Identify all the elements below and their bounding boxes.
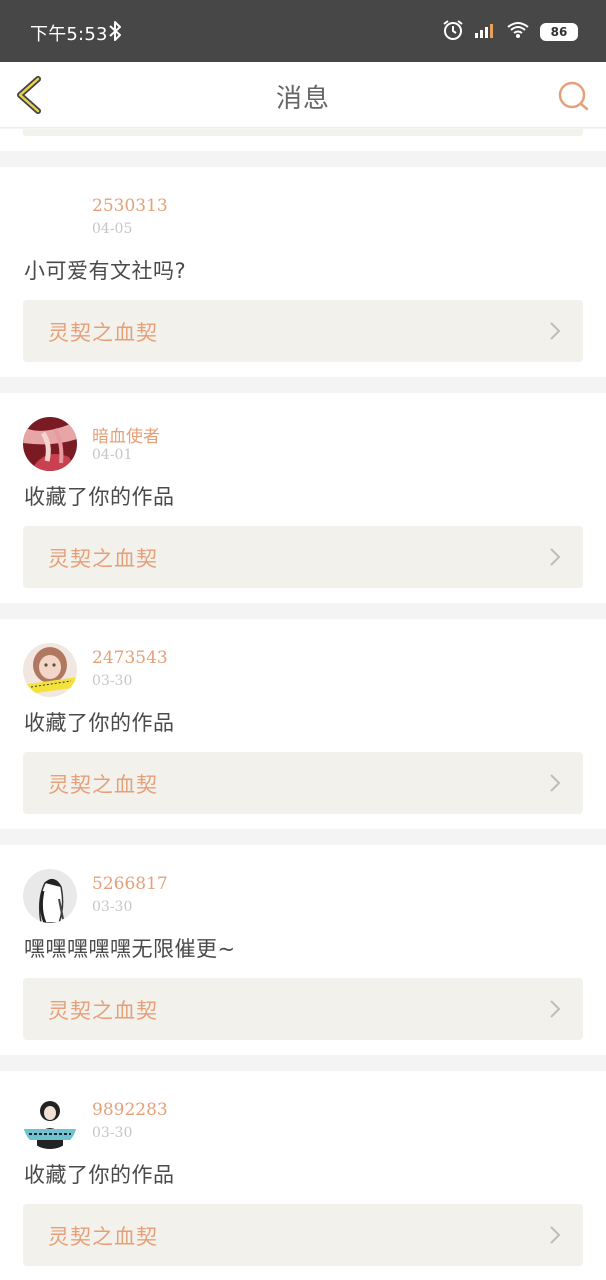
avatar[interactable] [23,643,77,697]
message-date: 03-30 [92,899,133,915]
message-date: 03-30 [92,1125,133,1141]
work-link[interactable]: 灵契之血契 [23,978,583,1040]
username[interactable]: 2530313 [92,196,168,216]
message-text: 收藏了你的作品 [24,1163,175,1187]
work-title: 灵契之血契 [48,1225,158,1249]
avatar[interactable] [23,1095,77,1149]
work-link[interactable]: 灵契之血契 [23,300,583,362]
avatar[interactable] [23,417,77,471]
chevron-right-icon [550,774,561,792]
username[interactable]: 9892283 [92,1100,168,1120]
avatar[interactable] [23,869,77,923]
username[interactable]: 暗血使者 [92,422,160,447]
chevron-right-icon [550,1000,561,1018]
message-card: 9892283 03-30 收藏了你的作品 灵契之血契 [0,1071,606,1280]
work-title: 灵契之血契 [48,321,158,345]
alarm-icon [442,19,464,45]
message-card: 2473543 03-30 收藏了你的作品 灵契之血契 [0,619,606,829]
username[interactable]: 2473543 [92,648,168,668]
status-icons: 86 [442,20,578,44]
work-title: 灵契之血契 [48,773,158,797]
work-link[interactable]: 灵契之血契 [23,526,583,588]
work-title: 灵契之血契 [48,547,158,571]
message-text: 收藏了你的作品 [24,485,175,509]
message-text: 嘿嘿嘿嘿嘿无限催更~ [24,937,236,961]
chevron-right-icon [550,548,561,566]
work-link[interactable]: 灵契之血契 [23,752,583,814]
page-title: 消息 [275,84,330,114]
message-text: 收藏了你的作品 [24,711,175,735]
message-card: 2530313 04-05 小可爱有文社吗? 灵契之血契 [0,167,606,377]
work-title: 灵契之血契 [48,999,158,1023]
chevron-right-icon [550,1226,561,1244]
search-button[interactable] [557,79,591,113]
message-card: 暗血使者 04-01 收藏了你的作品 灵契之血契 [0,393,606,603]
message-card: 5266817 03-30 嘿嘿嘿嘿嘿无限催更~ 灵契之血契 [0,845,606,1055]
message-date: 03-30 [92,673,133,689]
message-date: 04-05 [92,221,133,237]
search-icon [558,81,589,111]
battery-indicator: 86 [540,23,578,41]
bluetooth-icon [108,20,122,46]
work-link-partial [23,129,583,136]
status-bar: 下午5:53 86 [0,0,606,62]
chevron-right-icon [550,322,561,340]
work-link[interactable]: 灵契之血契 [23,1204,583,1266]
avatar[interactable] [23,191,77,245]
signal-icon [474,21,496,43]
message-date: 04-01 [92,447,133,463]
message-text: 小可爱有文社吗? [24,259,187,283]
username[interactable]: 5266817 [92,874,168,894]
header-bar: 消息 [0,62,606,128]
wifi-icon [506,21,530,43]
message-list[interactable]: 2530313 04-05 小可爱有文社吗? 灵契之血契 暗血使者 04-01 … [0,129,606,1280]
message-card-partial [0,129,606,151]
status-time: 下午5:53 [30,24,108,45]
